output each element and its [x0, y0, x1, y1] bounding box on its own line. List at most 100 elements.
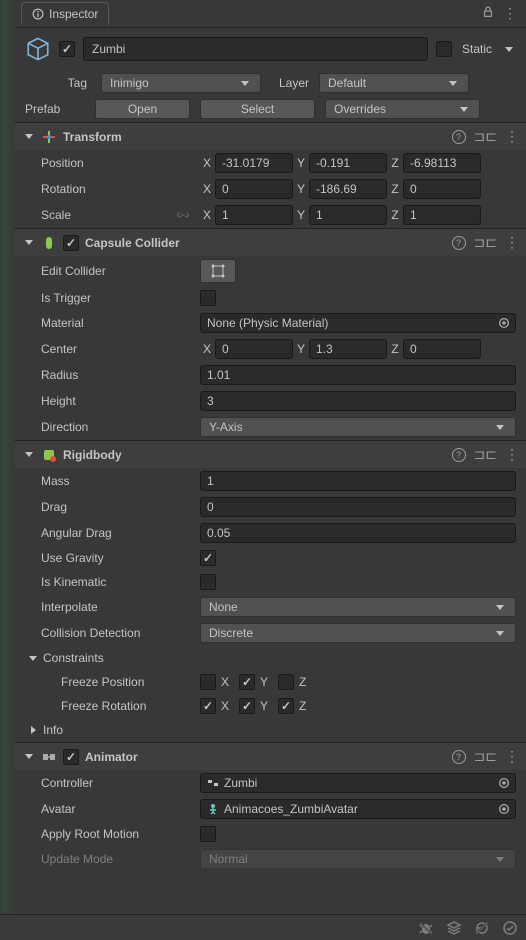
rigidbody-icon [41, 447, 57, 463]
animator-header[interactable]: Animator ? ⊐⊏ ⋮ [15, 743, 526, 770]
is-trigger-checkbox[interactable] [200, 290, 216, 306]
rotation-y-input[interactable] [309, 179, 387, 199]
drag-label: Drag [25, 500, 200, 514]
transform-header[interactable]: Transform ? ⊐⊏ ⋮ [15, 123, 526, 150]
constraints-label: Constraints [39, 651, 104, 665]
tag-dropdown[interactable]: Inimigo [101, 73, 261, 93]
freeze-pos-z-checkbox[interactable] [278, 674, 294, 690]
foldout-icon [23, 237, 35, 249]
tab-bar: Inspector ⋮ [15, 0, 526, 28]
freeze-rot-x-checkbox[interactable] [200, 698, 216, 714]
capsule-icon [41, 235, 57, 251]
info-label: Info [39, 723, 63, 737]
help-icon[interactable]: ? [452, 448, 466, 462]
check-circle-icon[interactable] [502, 920, 518, 936]
object-picker-icon[interactable] [497, 802, 511, 816]
update-mode-dropdown[interactable]: Normal [200, 849, 516, 869]
freeze-pos-y-checkbox[interactable] [239, 674, 255, 690]
interpolate-dropdown[interactable]: None [200, 597, 516, 617]
scale-link-icon[interactable] [176, 208, 190, 222]
animator-icon [41, 749, 57, 765]
freeze-rot-y-checkbox[interactable] [239, 698, 255, 714]
constraints-foldout[interactable] [27, 652, 39, 664]
component-menu-icon[interactable]: ⋮ [505, 128, 518, 145]
lock-icon[interactable] [477, 5, 499, 22]
is-trigger-label: Is Trigger [25, 291, 200, 305]
static-dropdown-arrow[interactable] [502, 42, 516, 56]
preset-icon[interactable]: ⊐⊏ [474, 234, 497, 251]
scale-z-input[interactable] [403, 205, 481, 225]
material-field[interactable]: None (Physic Material) [200, 313, 516, 333]
info-icon [32, 8, 44, 20]
capsule-enabled-checkbox[interactable] [63, 235, 79, 251]
prefab-label: Prefab [25, 102, 85, 116]
position-x-input[interactable] [215, 153, 293, 173]
foldout-icon [23, 449, 35, 461]
active-checkbox[interactable] [59, 41, 75, 57]
avatar-field[interactable]: Animacoes_ZumbiAvatar [200, 799, 516, 819]
collision-detection-dropdown[interactable]: Discrete [200, 623, 516, 643]
position-z-input[interactable] [403, 153, 481, 173]
rigidbody-title: Rigidbody [63, 448, 446, 462]
is-kinematic-checkbox[interactable] [200, 574, 216, 590]
gameobject-name-input[interactable] [83, 37, 428, 61]
freeze-rot-z-checkbox[interactable] [278, 698, 294, 714]
center-label: Center [25, 342, 200, 356]
foldout-icon [23, 131, 35, 143]
use-gravity-checkbox[interactable] [200, 550, 216, 566]
rotation-label: Rotation [25, 182, 200, 196]
radius-input[interactable] [200, 365, 516, 385]
prefab-overrides-dropdown[interactable]: Overrides [325, 99, 480, 119]
auto-refresh-icon[interactable] [474, 920, 490, 936]
prefab-open-button[interactable]: Open [95, 99, 190, 119]
rotation-x-input[interactable] [215, 179, 293, 199]
drag-input[interactable] [200, 497, 516, 517]
object-picker-icon[interactable] [497, 776, 511, 790]
layer-dropdown[interactable]: Default [319, 73, 469, 93]
rigidbody-header[interactable]: Rigidbody ? ⊐⊏ ⋮ [15, 441, 526, 468]
apply-root-motion-label: Apply Root Motion [25, 827, 200, 841]
controller-field[interactable]: Zumbi [200, 773, 516, 793]
transform-title: Transform [63, 130, 446, 144]
use-gravity-label: Use Gravity [25, 551, 200, 565]
preset-icon[interactable]: ⊐⊏ [474, 748, 497, 765]
help-icon[interactable]: ? [452, 130, 466, 144]
tab-menu-icon[interactable]: ⋮ [499, 5, 520, 22]
center-z-input[interactable] [403, 339, 481, 359]
center-y-input[interactable] [309, 339, 387, 359]
collision-detection-label: Collision Detection [25, 626, 200, 640]
preset-icon[interactable]: ⊐⊏ [474, 446, 497, 463]
center-x-input[interactable] [215, 339, 293, 359]
radius-label: Radius [25, 368, 200, 382]
component-menu-icon[interactable]: ⋮ [505, 234, 518, 251]
angular-drag-input[interactable] [200, 523, 516, 543]
object-picker-icon[interactable] [497, 316, 511, 330]
preset-icon[interactable]: ⊐⊏ [474, 128, 497, 145]
foldout-icon [23, 751, 35, 763]
apply-root-motion-checkbox[interactable] [200, 826, 216, 842]
direction-dropdown[interactable]: Y-Axis [200, 417, 516, 437]
component-menu-icon[interactable]: ⋮ [505, 748, 518, 765]
info-foldout[interactable] [27, 724, 39, 736]
edit-collider-label: Edit Collider [25, 264, 200, 278]
help-icon[interactable]: ? [452, 236, 466, 250]
edit-collider-button[interactable] [200, 259, 236, 283]
static-checkbox[interactable] [436, 41, 452, 57]
tab-title: Inspector [49, 7, 98, 21]
component-menu-icon[interactable]: ⋮ [505, 446, 518, 463]
bug-icon[interactable] [418, 920, 434, 936]
mass-input[interactable] [200, 471, 516, 491]
freeze-pos-x-checkbox[interactable] [200, 674, 216, 690]
help-icon[interactable]: ? [452, 750, 466, 764]
position-y-input[interactable] [309, 153, 387, 173]
prefab-select-button[interactable]: Select [200, 99, 315, 119]
rotation-z-input[interactable] [403, 179, 481, 199]
layers-icon[interactable] [446, 920, 462, 936]
inspector-tab[interactable]: Inspector [21, 2, 109, 25]
capsule-header[interactable]: Capsule Collider ? ⊐⊏ ⋮ [15, 229, 526, 256]
scale-x-input[interactable] [215, 205, 293, 225]
scale-y-input[interactable] [309, 205, 387, 225]
height-input[interactable] [200, 391, 516, 411]
animator-enabled-checkbox[interactable] [63, 749, 79, 765]
controller-asset-icon [207, 777, 219, 789]
